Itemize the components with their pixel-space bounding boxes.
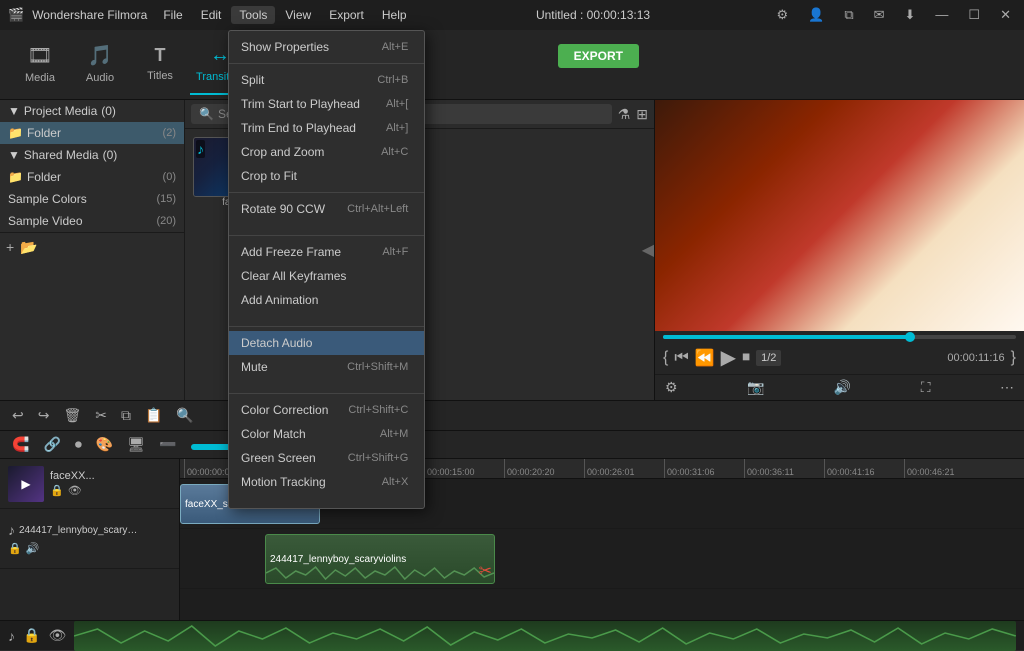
menu-rotate-ccw[interactable]: [229, 221, 424, 231]
lock-icon[interactable]: 🔒: [23, 627, 40, 644]
menu-freeze-frame[interactable]: Clear All Keyframes: [229, 264, 424, 288]
audio-wave-display: [74, 621, 1016, 651]
menu-sep-5: [229, 393, 424, 394]
menu-color-correction[interactable]: Color Match Alt+M: [229, 422, 424, 446]
menu-detach-audio[interactable]: Mute Ctrl+Shift+M: [229, 355, 424, 379]
menu-show-properties[interactable]: Show Properties Alt+E: [229, 35, 424, 59]
dropdown-overlay[interactable]: Show Properties Alt+E Split Ctrl+B Trim …: [0, 0, 1024, 620]
bottom-bar: ♪ 🔒 👁: [0, 620, 1024, 650]
eye-icon[interactable]: 👁: [48, 627, 66, 644]
menu-green-screen[interactable]: Motion Tracking Alt+X: [229, 470, 424, 494]
tools-dropdown-menu: Show Properties Alt+E Split Ctrl+B Trim …: [228, 30, 425, 509]
menu-sep-1: [229, 63, 424, 64]
menu-sep-2: [229, 192, 424, 193]
menu-adjust-audio[interactable]: Detach Audio: [229, 331, 424, 355]
menu-motion-tracking[interactable]: [229, 494, 424, 504]
show-properties-shortcut: Alt+E: [382, 41, 409, 53]
menu-crop-fit[interactable]: Crop to Fit: [229, 164, 424, 188]
menu-mute[interactable]: [229, 379, 424, 389]
menu-crop-zoom[interactable]: Crop and Zoom Alt+C: [229, 140, 424, 164]
menu-trim-start[interactable]: Trim Start to Playhead Alt+[: [229, 92, 424, 116]
menu-stabilization[interactable]: Color Correction Ctrl+Shift+C: [229, 398, 424, 422]
menu-rotate-cw[interactable]: Rotate 90 CCW Ctrl+Alt+Left: [229, 197, 424, 221]
show-properties-label: Show Properties: [241, 40, 329, 54]
menu-speed-duration[interactable]: Add Freeze Frame Alt+F: [229, 240, 424, 264]
menu-split[interactable]: Split Ctrl+B: [229, 68, 424, 92]
music-note-icon[interactable]: ♪: [8, 628, 15, 644]
menu-trim-end[interactable]: Trim End to Playhead Alt+]: [229, 116, 424, 140]
menu-clear-keyframes: Add Animation: [229, 288, 424, 312]
menu-sep-3: [229, 235, 424, 236]
menu-color-match[interactable]: Green Screen Ctrl+Shift+G: [229, 446, 424, 470]
menu-sep-4: [229, 326, 424, 327]
menu-add-animation[interactable]: [229, 312, 424, 322]
